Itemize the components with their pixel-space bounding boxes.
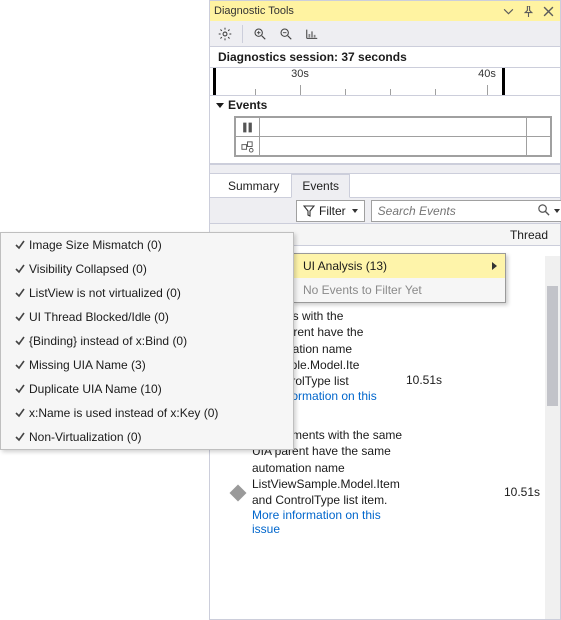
issue-text-fragment: ments with the [266,308,552,324]
check-icon [11,407,29,419]
events-pane-header[interactable]: Events [210,96,560,114]
pane-separator[interactable] [210,164,560,174]
search-input[interactable] [376,203,537,219]
pause-icon[interactable] [236,118,260,137]
submenu-item[interactable]: Missing UIA Name (3) [1,353,293,377]
submenu-item[interactable]: x:Name is used instead of x:Key (0) [1,401,293,425]
submenu-item[interactable]: Image Size Mismatch (0) [1,233,293,257]
event-marker-icon [230,485,247,502]
filter-button[interactable]: Filter [296,200,365,222]
table-row [236,118,551,137]
table-cell [527,118,551,137]
submenu-item[interactable]: UI Thread Blocked/Idle (0) [1,305,293,329]
issue-time: 10.51s [406,373,442,389]
events-pane-title: Events [228,98,267,112]
timeline-marker-start[interactable] [213,68,216,95]
issue-link[interactable]: More information on thisissue [252,508,496,536]
session-label: Diagnostics session: 37 seconds [210,47,560,68]
check-icon [11,359,29,371]
toolbar [210,21,560,47]
submenu-item[interactable]: ListView is not virtualized (0) [1,281,293,305]
settings-button[interactable] [214,23,236,45]
timeline-tick [300,85,301,95]
check-icon [11,311,29,323]
issue-text-fragment: utomation name [266,341,552,357]
timeline-tick-label: 40s [478,68,496,80]
filter-menu-item-ui-analysis[interactable]: UI Analysis (13) [293,254,505,278]
vertical-scrollbar[interactable] [545,256,560,619]
submenu-item[interactable]: Non-Virtualization (0) [1,425,293,449]
search-options-dropdown[interactable] [554,209,560,213]
filter-label: Filter [319,204,346,218]
check-icon [11,383,29,395]
ui-analysis-submenu: Image Size Mismatch (0) Visibility Colla… [0,232,294,450]
window-dropdown-icon[interactable] [500,3,516,19]
tab-events[interactable]: Events [291,174,350,198]
pin-icon[interactable] [520,3,536,19]
submenu-item[interactable]: Visibility Collapsed (0) [1,257,293,281]
filter-row: Filter [210,198,560,224]
check-icon [11,335,29,347]
table-row [236,137,551,156]
filter-menu: UI Analysis (13) No Events to Filter Yet [292,253,506,303]
title-bar: Diagnostic Tools [210,1,560,21]
timeline-tick-label: 30s [291,68,309,80]
timeline[interactable]: 30s 40s [210,68,560,96]
tabs: Summary Events [210,174,560,198]
timeline-tick [435,89,436,95]
events-pane: Events [210,96,560,164]
events-grid [234,116,552,157]
tab-summary[interactable]: Summary [218,175,289,197]
zoom-out-button[interactable] [275,23,297,45]
scrollbar-thumb[interactable] [547,286,558,406]
issue-text-fragment: IA parent have the [266,324,552,340]
submenu-item[interactable]: Duplicate UIA Name (10) [1,377,293,401]
toolbar-separator [242,25,243,43]
zoom-in-button[interactable] [249,23,271,45]
close-icon[interactable] [540,3,556,19]
table-cell [260,118,527,137]
submenu-item[interactable]: {Binding} instead of x:Bind (0) [1,329,293,353]
timeline-tick [255,89,256,95]
check-icon [11,287,29,299]
table-cell [527,137,551,156]
column-thread[interactable]: Thread [510,228,548,242]
intellitrace-icon[interactable] [236,137,260,156]
timeline-tick [390,89,391,95]
timeline-marker-end[interactable] [502,68,505,95]
chart-view-button[interactable] [301,23,323,45]
check-icon [11,263,29,275]
chevron-down-icon [216,103,224,108]
filter-menu-item-no-events: No Events to Filter Yet [293,278,505,302]
check-icon [11,431,29,443]
timeline-tick [345,89,346,95]
timeline-tick [487,85,488,95]
search-field[interactable] [371,200,561,222]
chevron-right-icon [492,262,497,270]
table-cell [260,137,527,156]
search-icon[interactable] [537,203,550,219]
chevron-down-icon [352,209,358,213]
filter-icon [303,205,315,217]
issue-text-fragment: Sample.Model.Ite [266,357,552,373]
window-title: Diagnostic Tools [214,5,496,17]
check-icon [11,239,29,251]
